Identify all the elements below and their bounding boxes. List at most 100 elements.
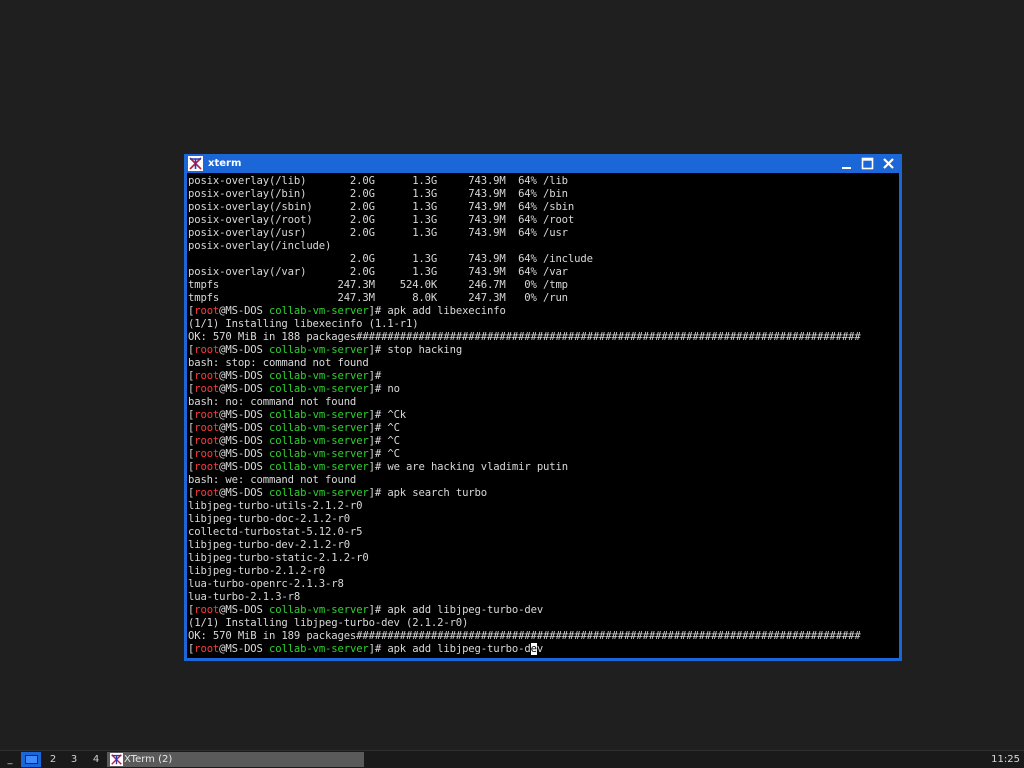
workspace-2-button[interactable]: 2 (43, 752, 63, 767)
prompt-dir: collab-vm-server (269, 461, 369, 473)
terminal-line: bash: no: command not found (188, 396, 861, 409)
window-titlebar[interactable]: xterm (184, 154, 902, 173)
terminal-line: tmpfs 247.3M 524.0K 246.7M 0% /tmp (188, 279, 861, 292)
maximize-icon[interactable] (860, 156, 875, 171)
prompt-user: root (194, 409, 220, 421)
terminal-line: libjpeg-turbo-dev-2.1.2-r0 (188, 539, 861, 552)
terminal-prompt-line: [root@MS-DOS collab-vm-server]# ^C (188, 422, 861, 435)
prompt-close: ]# (368, 435, 388, 447)
prompt-host: MS-DOS (225, 604, 263, 616)
output-text: libjpeg-turbo-doc-2.1.2-r0 (188, 513, 350, 525)
prompt-dir: collab-vm-server (269, 643, 369, 655)
terminal-prompt-line: [root@MS-DOS collab-vm-server]# ^Ck (188, 409, 861, 422)
terminal-prompt-line: [root@MS-DOS collab-vm-server]# no (188, 383, 861, 396)
terminal-prompt-line: [root@MS-DOS collab-vm-server]# we are h… (188, 461, 861, 474)
prompt-dir: collab-vm-server (269, 409, 369, 421)
taskbar-item-label: XTerm (2) (124, 754, 173, 765)
terminal-line: OK: 570 MiB in 188 packages#############… (188, 331, 861, 344)
prompt-user: root (194, 422, 220, 434)
prompt-close: ]# (368, 487, 388, 499)
prompt-host: MS-DOS (225, 383, 263, 395)
command-text-after: v (536, 643, 544, 655)
command-text: apk add libjpeg-turbo-d (387, 643, 531, 655)
output-text: posix-overlay(/var) 2.0G 1.3G 743.9M 64%… (188, 266, 568, 278)
terminal-line: bash: we: command not found (188, 474, 861, 487)
output-text: tmpfs 247.3M 8.0K 247.3M 0% /run (188, 292, 568, 304)
workspace-4-button[interactable]: 4 (86, 752, 106, 767)
prompt-dir: collab-vm-server (269, 305, 369, 317)
workspace-3-button[interactable]: 3 (64, 752, 84, 767)
prompt-dir: collab-vm-server (269, 344, 369, 356)
prompt-user: root (194, 435, 220, 447)
terminal-output: posix-overlay(/lib) 2.0G 1.3G 743.9M 64%… (188, 175, 861, 656)
terminal-line: posix-overlay(/usr) 2.0G 1.3G 743.9M 64%… (188, 227, 861, 240)
terminal-line: OK: 570 MiB in 189 packages#############… (188, 630, 861, 643)
prompt-close: ]# (368, 422, 388, 434)
xterm-window[interactable]: xterm posix-overlay(/lib) 2.0G 1.3G 743.… (184, 154, 902, 661)
taskbar: _ 2 3 4 XTerm (2) 11:25 (0, 750, 1024, 768)
terminal-prompt-line: [root@MS-DOS collab-vm-server]# apk add … (188, 305, 861, 318)
output-text: posix-overlay(/lib) 2.0G 1.3G 743.9M 64%… (188, 175, 568, 187)
output-text: posix-overlay(/root) 2.0G 1.3G 743.9M 64… (188, 214, 575, 226)
terminal-area[interactable]: posix-overlay(/lib) 2.0G 1.3G 743.9M 64%… (187, 173, 899, 658)
prompt-host: MS-DOS (225, 461, 263, 473)
output-text: collectd-turbostat-5.12.0-r5 (188, 526, 363, 538)
xterm-app-icon (110, 753, 123, 766)
prompt-close: ]# (368, 448, 388, 460)
terminal-line: libjpeg-turbo-2.1.2-r0 (188, 565, 861, 578)
output-text: libjpeg-turbo-static-2.1.2-r0 (188, 552, 369, 564)
prompt-dir: collab-vm-server (269, 435, 369, 447)
prompt-dir: collab-vm-server (269, 383, 369, 395)
desktop-screen-icon (25, 755, 38, 764)
prompt-host: MS-DOS (225, 435, 263, 447)
output-text: posix-overlay(/bin) 2.0G 1.3G 743.9M 64%… (188, 188, 568, 200)
terminal-prompt-line: [root@MS-DOS collab-vm-server]# apk sear… (188, 487, 861, 500)
prompt-close: ]# (368, 383, 388, 395)
command-text: ^C (387, 422, 400, 434)
prompt-user: root (194, 305, 220, 317)
prompt-host: MS-DOS (225, 422, 263, 434)
prompt-user: root (194, 448, 220, 460)
command-text: apk add libjpeg-turbo-dev (387, 604, 544, 616)
prompt-dir: collab-vm-server (269, 370, 369, 382)
prompt-host: MS-DOS (225, 305, 263, 317)
output-text: 2.0G 1.3G 743.9M 64% /include (188, 253, 593, 265)
output-text: libjpeg-turbo-2.1.2-r0 (188, 565, 326, 577)
output-text: posix-overlay(/include) (188, 240, 332, 252)
command-text: ^Ck (387, 409, 407, 421)
terminal-line: posix-overlay(/root) 2.0G 1.3G 743.9M 64… (188, 214, 861, 227)
prompt-user: root (194, 461, 220, 473)
output-text: libjpeg-turbo-utils-2.1.2-r0 (188, 500, 363, 512)
terminal-line: posix-overlay(/include) (188, 240, 861, 253)
prompt-close: ]# (368, 344, 388, 356)
terminal-line: posix-overlay(/lib) 2.0G 1.3G 743.9M 64%… (188, 175, 861, 188)
workspace-1-button[interactable] (21, 752, 41, 767)
terminal-line: libjpeg-turbo-static-2.1.2-r0 (188, 552, 861, 565)
prompt-host: MS-DOS (225, 487, 263, 499)
prompt-user: root (194, 487, 220, 499)
window-title: xterm (208, 158, 242, 169)
terminal-line: lua-turbo-2.1.3-r8 (188, 591, 861, 604)
close-icon[interactable] (881, 156, 896, 171)
output-text: bash: no: command not found (188, 396, 357, 408)
output-text: posix-overlay(/sbin) 2.0G 1.3G 743.9M 64… (188, 201, 575, 213)
prompt-dir: collab-vm-server (269, 422, 369, 434)
output-text: OK: 570 MiB in 188 packages#############… (188, 331, 861, 343)
prompt-close: ]# (368, 409, 388, 421)
prompt-host: MS-DOS (225, 643, 263, 655)
prompt-user: root (194, 370, 220, 382)
terminal-line: posix-overlay(/var) 2.0G 1.3G 743.9M 64%… (188, 266, 861, 279)
output-text: bash: stop: command not found (188, 357, 369, 369)
taskbar-item-xterm[interactable]: XTerm (2) (107, 752, 364, 767)
terminal-line: libjpeg-turbo-utils-2.1.2-r0 (188, 500, 861, 513)
command-text: stop hacking (387, 344, 463, 356)
menu-button[interactable]: _ (3, 752, 17, 767)
minimize-icon[interactable] (839, 156, 854, 171)
terminal-prompt-line: [root@MS-DOS collab-vm-server]# apk add … (188, 643, 861, 656)
command-text: apk add libexecinfo (387, 305, 506, 317)
prompt-host: MS-DOS (225, 344, 263, 356)
command-text: no (387, 383, 400, 395)
output-text: (1/1) Installing libexecinfo (1.1-r1) (188, 318, 419, 330)
command-text: ^C (387, 435, 400, 447)
prompt-host: MS-DOS (225, 370, 263, 382)
